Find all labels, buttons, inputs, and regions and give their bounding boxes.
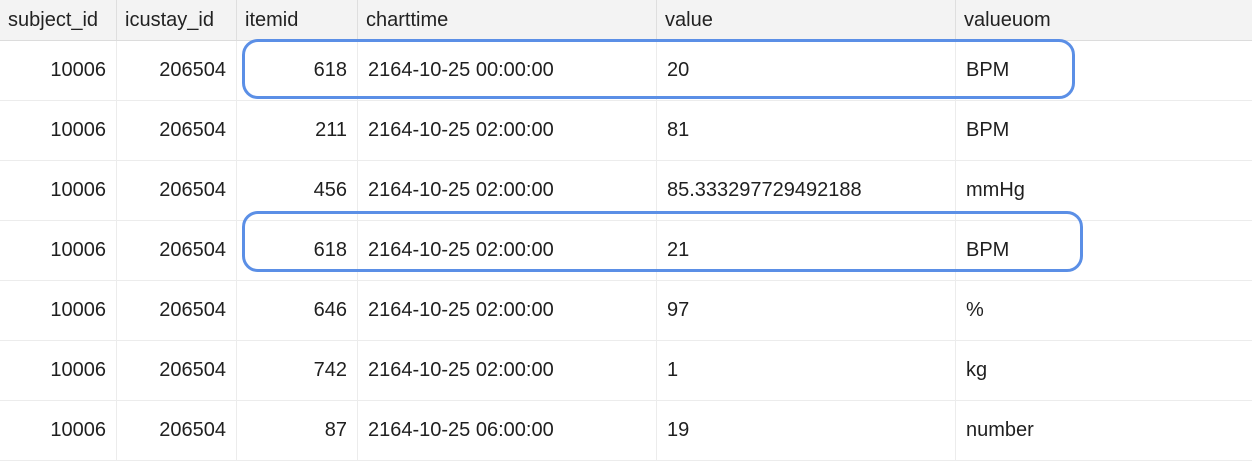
table-row[interactable]: 10006 206504 87 2164-10-25 06:00:00 19 n… <box>0 401 1252 461</box>
cell-itemid[interactable]: 618 <box>237 221 358 280</box>
cell-icustay-id[interactable]: 206504 <box>117 341 237 400</box>
cell-itemid[interactable]: 618 <box>237 41 358 100</box>
cell-value[interactable]: 21 <box>657 221 956 280</box>
cell-value[interactable]: 19 <box>657 401 956 460</box>
cell-subject-id[interactable]: 10006 <box>0 341 117 400</box>
table-row[interactable]: 10006 206504 646 2164-10-25 02:00:00 97 … <box>0 281 1252 341</box>
cell-value[interactable]: 85.333297729492188 <box>657 161 956 220</box>
cell-subject-id[interactable]: 10006 <box>0 401 117 460</box>
cell-subject-id[interactable]: 10006 <box>0 221 117 280</box>
table-header: subject_id icustay_id itemid charttime v… <box>0 0 1252 41</box>
column-header-subject-id[interactable]: subject_id <box>0 0 117 40</box>
cell-value[interactable]: 97 <box>657 281 956 340</box>
column-header-value[interactable]: value <box>657 0 956 40</box>
cell-charttime[interactable]: 2164-10-25 02:00:00 <box>358 341 657 400</box>
cell-charttime[interactable]: 2164-10-25 02:00:00 <box>358 161 657 220</box>
cell-charttime[interactable]: 2164-10-25 00:00:00 <box>358 41 657 100</box>
cell-subject-id[interactable]: 10006 <box>0 41 117 100</box>
table-row[interactable]: 10006 206504 742 2164-10-25 02:00:00 1 k… <box>0 341 1252 401</box>
cell-charttime[interactable]: 2164-10-25 06:00:00 <box>358 401 657 460</box>
cell-valueuom[interactable]: mmHg <box>956 161 1252 220</box>
table-row[interactable]: 10006 206504 618 2164-10-25 00:00:00 20 … <box>0 41 1252 101</box>
cell-subject-id[interactable]: 10006 <box>0 101 117 160</box>
cell-itemid[interactable]: 211 <box>237 101 358 160</box>
cell-icustay-id[interactable]: 206504 <box>117 221 237 280</box>
column-header-charttime[interactable]: charttime <box>358 0 657 40</box>
cell-icustay-id[interactable]: 206504 <box>117 281 237 340</box>
cell-itemid[interactable]: 742 <box>237 341 358 400</box>
column-header-icustay-id[interactable]: icustay_id <box>117 0 237 40</box>
cell-valueuom[interactable]: BPM <box>956 41 1252 100</box>
column-header-valueuom[interactable]: valueuom <box>956 0 1252 40</box>
table-row[interactable]: 10006 206504 618 2164-10-25 02:00:00 21 … <box>0 221 1252 281</box>
cell-value[interactable]: 20 <box>657 41 956 100</box>
cell-icustay-id[interactable]: 206504 <box>117 161 237 220</box>
cell-valueuom[interactable]: number <box>956 401 1252 460</box>
cell-icustay-id[interactable]: 206504 <box>117 41 237 100</box>
table-row[interactable]: 10006 206504 211 2164-10-25 02:00:00 81 … <box>0 101 1252 161</box>
cell-valueuom[interactable]: BPM <box>956 221 1252 280</box>
cell-subject-id[interactable]: 10006 <box>0 161 117 220</box>
result-grid: subject_id icustay_id itemid charttime v… <box>0 0 1252 461</box>
cell-value[interactable]: 81 <box>657 101 956 160</box>
cell-valueuom[interactable]: BPM <box>956 101 1252 160</box>
table-row[interactable]: 10006 206504 456 2164-10-25 02:00:00 85.… <box>0 161 1252 221</box>
cell-charttime[interactable]: 2164-10-25 02:00:00 <box>358 221 657 280</box>
cell-icustay-id[interactable]: 206504 <box>117 401 237 460</box>
cell-charttime[interactable]: 2164-10-25 02:00:00 <box>358 281 657 340</box>
cell-valueuom[interactable]: kg <box>956 341 1252 400</box>
cell-valueuom[interactable]: % <box>956 281 1252 340</box>
cell-itemid[interactable]: 456 <box>237 161 358 220</box>
cell-itemid[interactable]: 87 <box>237 401 358 460</box>
cell-icustay-id[interactable]: 206504 <box>117 101 237 160</box>
cell-value[interactable]: 1 <box>657 341 956 400</box>
cell-subject-id[interactable]: 10006 <box>0 281 117 340</box>
cell-itemid[interactable]: 646 <box>237 281 358 340</box>
cell-charttime[interactable]: 2164-10-25 02:00:00 <box>358 101 657 160</box>
column-header-itemid[interactable]: itemid <box>237 0 358 40</box>
